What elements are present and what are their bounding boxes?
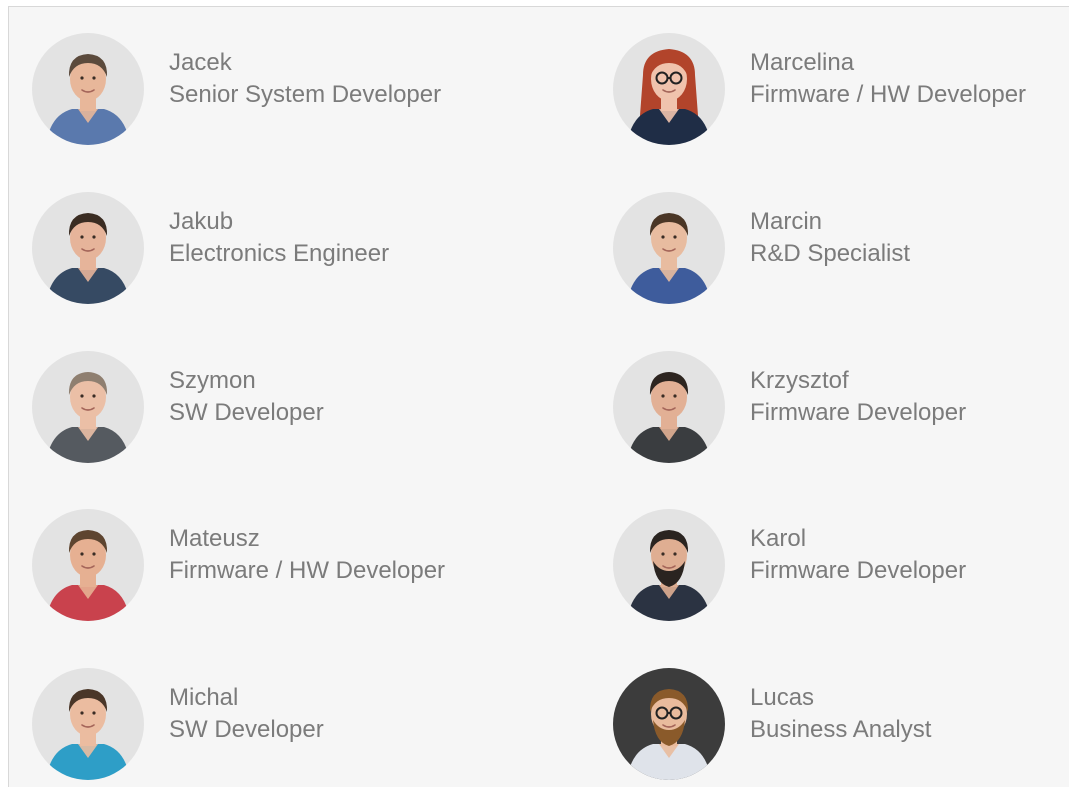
member-name: Karol — [750, 525, 807, 552]
member-name: Jakub — [169, 208, 234, 235]
team-member-jakub: Jakub Electronics Engineer — [30, 192, 550, 312]
person-portrait-icon — [32, 33, 144, 145]
person-portrait-icon — [613, 33, 725, 145]
member-info: Marcelina Firmware / HW Developer — [750, 47, 1026, 111]
avatar — [613, 192, 725, 304]
avatar-frame — [30, 351, 146, 467]
avatar-frame — [611, 351, 727, 467]
member-name: Marcelina — [750, 49, 855, 76]
avatar-frame — [30, 192, 146, 308]
team-member-marcin: Marcin R&D Specialist — [611, 192, 1069, 312]
member-role: Electronics Engineer — [169, 240, 390, 267]
person-portrait-icon — [613, 351, 725, 463]
avatar — [613, 33, 725, 145]
member-name: Szymon — [169, 367, 256, 394]
member-role: Firmware / HW Developer — [750, 81, 1027, 108]
member-role: SW Developer — [169, 399, 324, 426]
avatar-frame — [30, 668, 146, 784]
member-role: Business Analyst — [750, 716, 932, 743]
member-info: Mateusz Firmware / HW Developer — [169, 523, 445, 587]
member-role: Firmware Developer — [750, 399, 967, 426]
avatar-frame — [30, 33, 146, 149]
member-name: Michal — [169, 684, 239, 711]
member-info: Szymon SW Developer — [169, 365, 324, 429]
member-info: Karol Firmware Developer — [750, 523, 966, 587]
avatar — [32, 33, 144, 145]
team-member-michal: Michal SW Developer — [30, 668, 550, 787]
member-info: Michal SW Developer — [169, 682, 324, 746]
member-role: Firmware Developer — [750, 557, 967, 584]
member-role: R&D Specialist — [750, 240, 911, 267]
person-portrait-icon — [32, 192, 144, 304]
member-name: Lucas — [750, 684, 815, 711]
person-portrait-icon — [32, 351, 144, 463]
member-name: Marcin — [750, 208, 823, 235]
avatar — [32, 509, 144, 621]
team-member-marcelina: Marcelina Firmware / HW Developer — [611, 33, 1069, 153]
avatar-frame — [611, 509, 727, 625]
member-info: Krzysztof Firmware Developer — [750, 365, 966, 429]
team-member-szymon: Szymon SW Developer — [30, 351, 550, 471]
avatar — [32, 351, 144, 463]
team-member-karol: Karol Firmware Developer — [611, 509, 1069, 629]
person-portrait-icon — [613, 668, 725, 780]
member-role: Firmware / HW Developer — [169, 557, 446, 584]
avatar — [613, 351, 725, 463]
team-member-jacek: Jacek Senior System Developer — [30, 33, 550, 153]
person-portrait-icon — [613, 509, 725, 621]
member-name: Jacek — [169, 49, 232, 76]
member-name: Krzysztof — [750, 367, 849, 394]
avatar-frame — [611, 192, 727, 308]
member-info: Lucas Business Analyst — [750, 682, 931, 746]
member-name: Mateusz — [169, 525, 260, 552]
team-panel: Jacek Senior System Developer Marcelina … — [8, 6, 1069, 787]
avatar — [32, 192, 144, 304]
member-info: Jacek Senior System Developer — [169, 47, 441, 111]
person-portrait-icon — [32, 668, 144, 780]
avatar-frame — [30, 509, 146, 625]
member-info: Jakub Electronics Engineer — [169, 206, 389, 270]
team-member-lucas: Lucas Business Analyst — [611, 668, 1069, 787]
member-info: Marcin R&D Specialist — [750, 206, 910, 270]
avatar-frame — [611, 33, 727, 149]
member-role: SW Developer — [169, 716, 324, 743]
avatar — [32, 668, 144, 780]
avatar — [613, 668, 725, 780]
member-role: Senior System Developer — [169, 81, 442, 108]
person-portrait-icon — [32, 509, 144, 621]
person-portrait-icon — [613, 192, 725, 304]
avatar — [613, 509, 725, 621]
avatar-frame — [611, 668, 727, 784]
team-member-mateusz: Mateusz Firmware / HW Developer — [30, 509, 550, 629]
team-member-krzysztof: Krzysztof Firmware Developer — [611, 351, 1069, 471]
